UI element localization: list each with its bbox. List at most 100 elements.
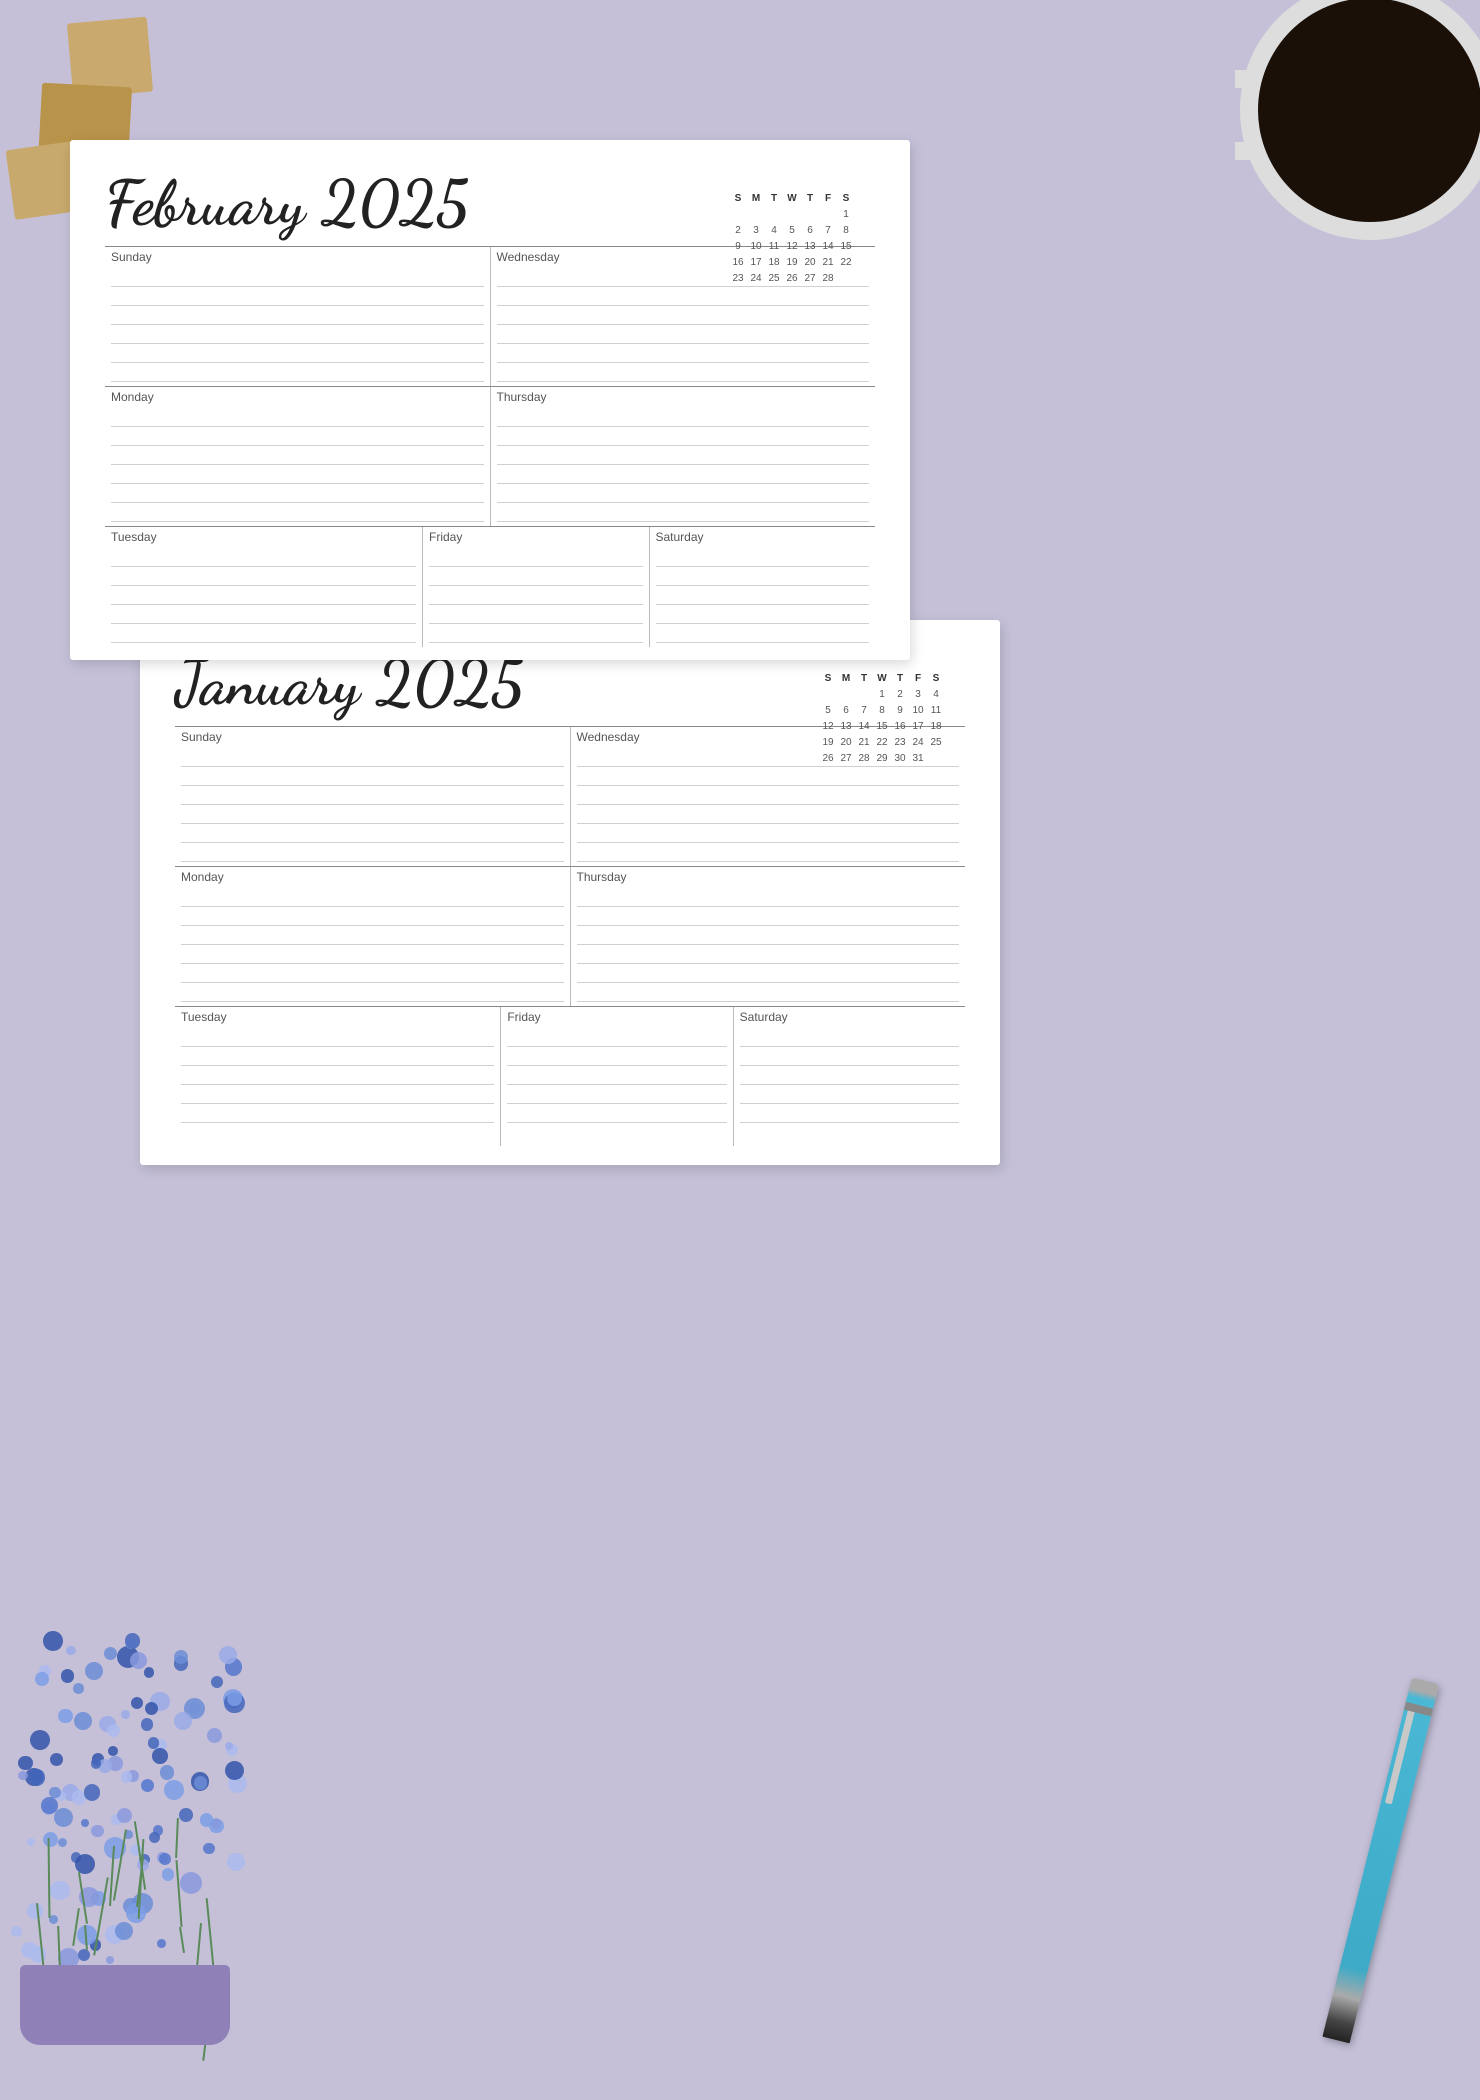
flower-dot bbox=[141, 1779, 154, 1792]
february-mini-calendar: SMTWTFS 1 2345678 9101112131415 16171819… bbox=[729, 190, 855, 286]
flower-dot bbox=[54, 1808, 73, 1827]
flower-dot bbox=[74, 1712, 92, 1730]
flower-dot bbox=[41, 1797, 57, 1813]
cell-saturday: Saturday bbox=[649, 527, 876, 647]
tuesday-label: Tuesday bbox=[111, 530, 416, 544]
flower-dot bbox=[58, 1838, 67, 1847]
cell-monday: Monday bbox=[105, 387, 490, 526]
flower-dot bbox=[164, 1780, 184, 1800]
flower-dot bbox=[27, 1838, 35, 1846]
flower-dot bbox=[61, 1669, 74, 1682]
jan-cell-friday: Friday bbox=[500, 1007, 732, 1146]
jan-cell-tuesday: Tuesday bbox=[175, 1007, 500, 1146]
coffee-liquid bbox=[1258, 0, 1480, 222]
flower-dot bbox=[152, 1748, 168, 1764]
flower-dot bbox=[180, 1872, 202, 1894]
jan-friday-label: Friday bbox=[507, 1010, 726, 1024]
jan-monday-label: Monday bbox=[181, 870, 564, 884]
flower-dot bbox=[27, 1903, 43, 1919]
jan-row-tue-fri-sat: Tuesday Friday bbox=[175, 1006, 965, 1146]
flower-dot bbox=[58, 1709, 72, 1723]
flower-stem bbox=[176, 1860, 183, 1927]
january-page: January 2025 SMTWTFS 1234 567891011 1213… bbox=[140, 620, 1000, 1165]
flower-dot bbox=[179, 1808, 193, 1822]
jan-thursday-lines bbox=[577, 888, 960, 1002]
coffee-cup bbox=[1240, 0, 1480, 240]
flower-dot bbox=[29, 1769, 46, 1786]
flower-dot bbox=[30, 1946, 47, 1963]
flower-dot bbox=[91, 1825, 103, 1837]
flower-dot bbox=[43, 1631, 63, 1651]
flower-dot bbox=[115, 1922, 133, 1940]
row-mon-thu: Monday Thursday bbox=[105, 386, 875, 526]
pen bbox=[1322, 1678, 1439, 2044]
jan-saturday-lines bbox=[740, 1028, 959, 1123]
january-week-grid: Sunday Wednesday bbox=[175, 726, 965, 1146]
flower-dot bbox=[106, 1956, 114, 1964]
flower-dot bbox=[157, 1939, 166, 1948]
flower-dot bbox=[117, 1808, 132, 1823]
flower-dot bbox=[227, 1853, 245, 1871]
flower-dot bbox=[49, 1787, 61, 1799]
flower-dot bbox=[107, 1724, 120, 1737]
flower-dot bbox=[85, 1662, 103, 1680]
flower-stem bbox=[179, 1927, 185, 1953]
jan-thursday-label: Thursday bbox=[577, 870, 960, 884]
flower-dot bbox=[159, 1853, 171, 1865]
jan-sunday-label: Sunday bbox=[181, 730, 564, 744]
cell-sunday: Sunday bbox=[105, 247, 490, 386]
jan-saturday-label: Saturday bbox=[740, 1010, 959, 1024]
monday-label: Monday bbox=[111, 390, 484, 404]
flower-dot bbox=[91, 1758, 101, 1768]
flower-dot bbox=[75, 1854, 95, 1874]
flower-dot bbox=[43, 1832, 58, 1847]
february-week-grid: Sunday Wednesday bbox=[105, 246, 875, 641]
flower-dot bbox=[11, 1926, 22, 1937]
flower-dot bbox=[145, 1702, 159, 1716]
thursday-lines bbox=[497, 408, 870, 522]
january-mini-calendar: SMTWTFS 1234 567891011 12131415161718 19… bbox=[819, 670, 945, 766]
tuesday-lines bbox=[111, 548, 416, 643]
jan-cell-monday: Monday bbox=[175, 867, 570, 1006]
jan-row-mon-thu: Monday Thursday bbox=[175, 866, 965, 1006]
flower-dot bbox=[73, 1683, 83, 1693]
saturday-lines bbox=[656, 548, 870, 643]
jan-cell-sunday: Sunday bbox=[175, 727, 570, 866]
flower-dot bbox=[84, 1784, 100, 1800]
flower-dot bbox=[194, 1776, 208, 1790]
cell-tuesday: Tuesday bbox=[105, 527, 422, 647]
flower-stem bbox=[175, 1818, 179, 1858]
flower-stem bbox=[48, 1838, 51, 1918]
pen-clip bbox=[1385, 1706, 1416, 1805]
flower-dot bbox=[18, 1771, 27, 1780]
flower-dot bbox=[131, 1697, 143, 1709]
flower-dot bbox=[203, 1843, 214, 1854]
flower-dot bbox=[66, 1646, 75, 1655]
flower-dot bbox=[144, 1667, 154, 1677]
flower-stem bbox=[57, 1925, 61, 1966]
flower-stem bbox=[206, 1898, 215, 1966]
flower-dot bbox=[174, 1650, 188, 1664]
flower-dot bbox=[125, 1633, 141, 1649]
friday-lines bbox=[429, 548, 643, 643]
jan-tuesday-lines bbox=[181, 1028, 494, 1123]
flower-dot bbox=[149, 1832, 161, 1844]
flower-dot bbox=[81, 1819, 89, 1827]
sunday-lines bbox=[111, 268, 484, 382]
jan-sunday-lines bbox=[181, 748, 564, 862]
flower-dot bbox=[50, 1881, 69, 1900]
flower-dot bbox=[162, 1868, 175, 1881]
flower-dot bbox=[141, 1718, 154, 1731]
sunday-label: Sunday bbox=[111, 250, 484, 264]
flower-dot bbox=[227, 1691, 242, 1706]
flower-dot bbox=[30, 1730, 50, 1750]
flower-dot bbox=[174, 1712, 192, 1730]
flower-dot bbox=[160, 1765, 175, 1780]
flower-dot bbox=[108, 1746, 118, 1756]
flower-dot bbox=[35, 1672, 49, 1686]
flower-dot bbox=[121, 1710, 129, 1718]
jan-tuesday-label: Tuesday bbox=[181, 1010, 494, 1024]
flower-dot bbox=[219, 1646, 237, 1664]
flower-dot bbox=[78, 1949, 91, 1962]
flower-dot bbox=[130, 1652, 147, 1669]
